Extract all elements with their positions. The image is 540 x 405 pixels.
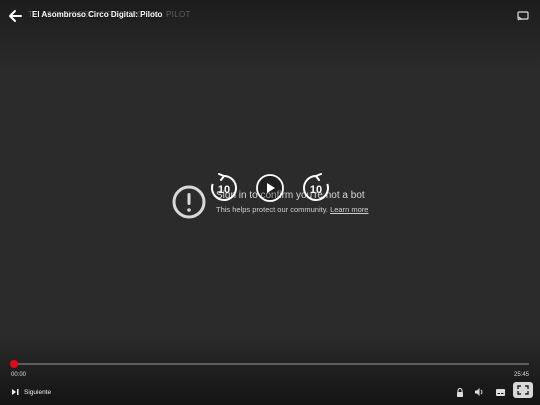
lock-button[interactable] [454,386,466,398]
cast-icon [517,11,529,21]
volume-button[interactable] [473,386,485,398]
volume-icon [474,388,482,396]
rewind-seconds: 10 [218,184,230,196]
rewind-10-icon: 10 [211,173,238,201]
subtitles-button[interactable] [494,386,506,398]
subtitles-icon [495,388,505,396]
back-arrow-icon [9,10,22,22]
current-time: 00:00 [11,372,27,378]
lock-icon [457,387,463,397]
next-episode-icon [12,389,19,395]
forward-seconds: 10 [310,184,322,196]
progress-knob[interactable] [10,360,18,368]
total-time: 25:45 [513,372,529,378]
notice-body: This helps protect our community. Learn … [216,205,368,214]
fullscreen-icon [517,385,529,395]
back-button[interactable] [6,8,24,24]
forward-10-icon: 10 [302,173,329,201]
play-icon [256,174,284,202]
play-button[interactable] [255,173,285,203]
next-episode-button[interactable]: Siguiente [12,387,51,397]
rewind-10-button[interactable]: 10 [209,173,239,203]
learn-more-link[interactable]: Learn more [330,205,368,214]
cast-button[interactable] [516,8,530,24]
video-title: El Asombroso Circo Digital: Piloto [32,10,163,19]
progress-track[interactable] [14,363,529,365]
forward-10-button[interactable]: 10 [301,173,331,203]
fullscreen-button[interactable] [513,382,533,398]
next-episode-label: Siguiente [24,388,52,396]
notice-body-text: This helps protect our community. [216,205,328,214]
alert-icon [172,185,206,219]
